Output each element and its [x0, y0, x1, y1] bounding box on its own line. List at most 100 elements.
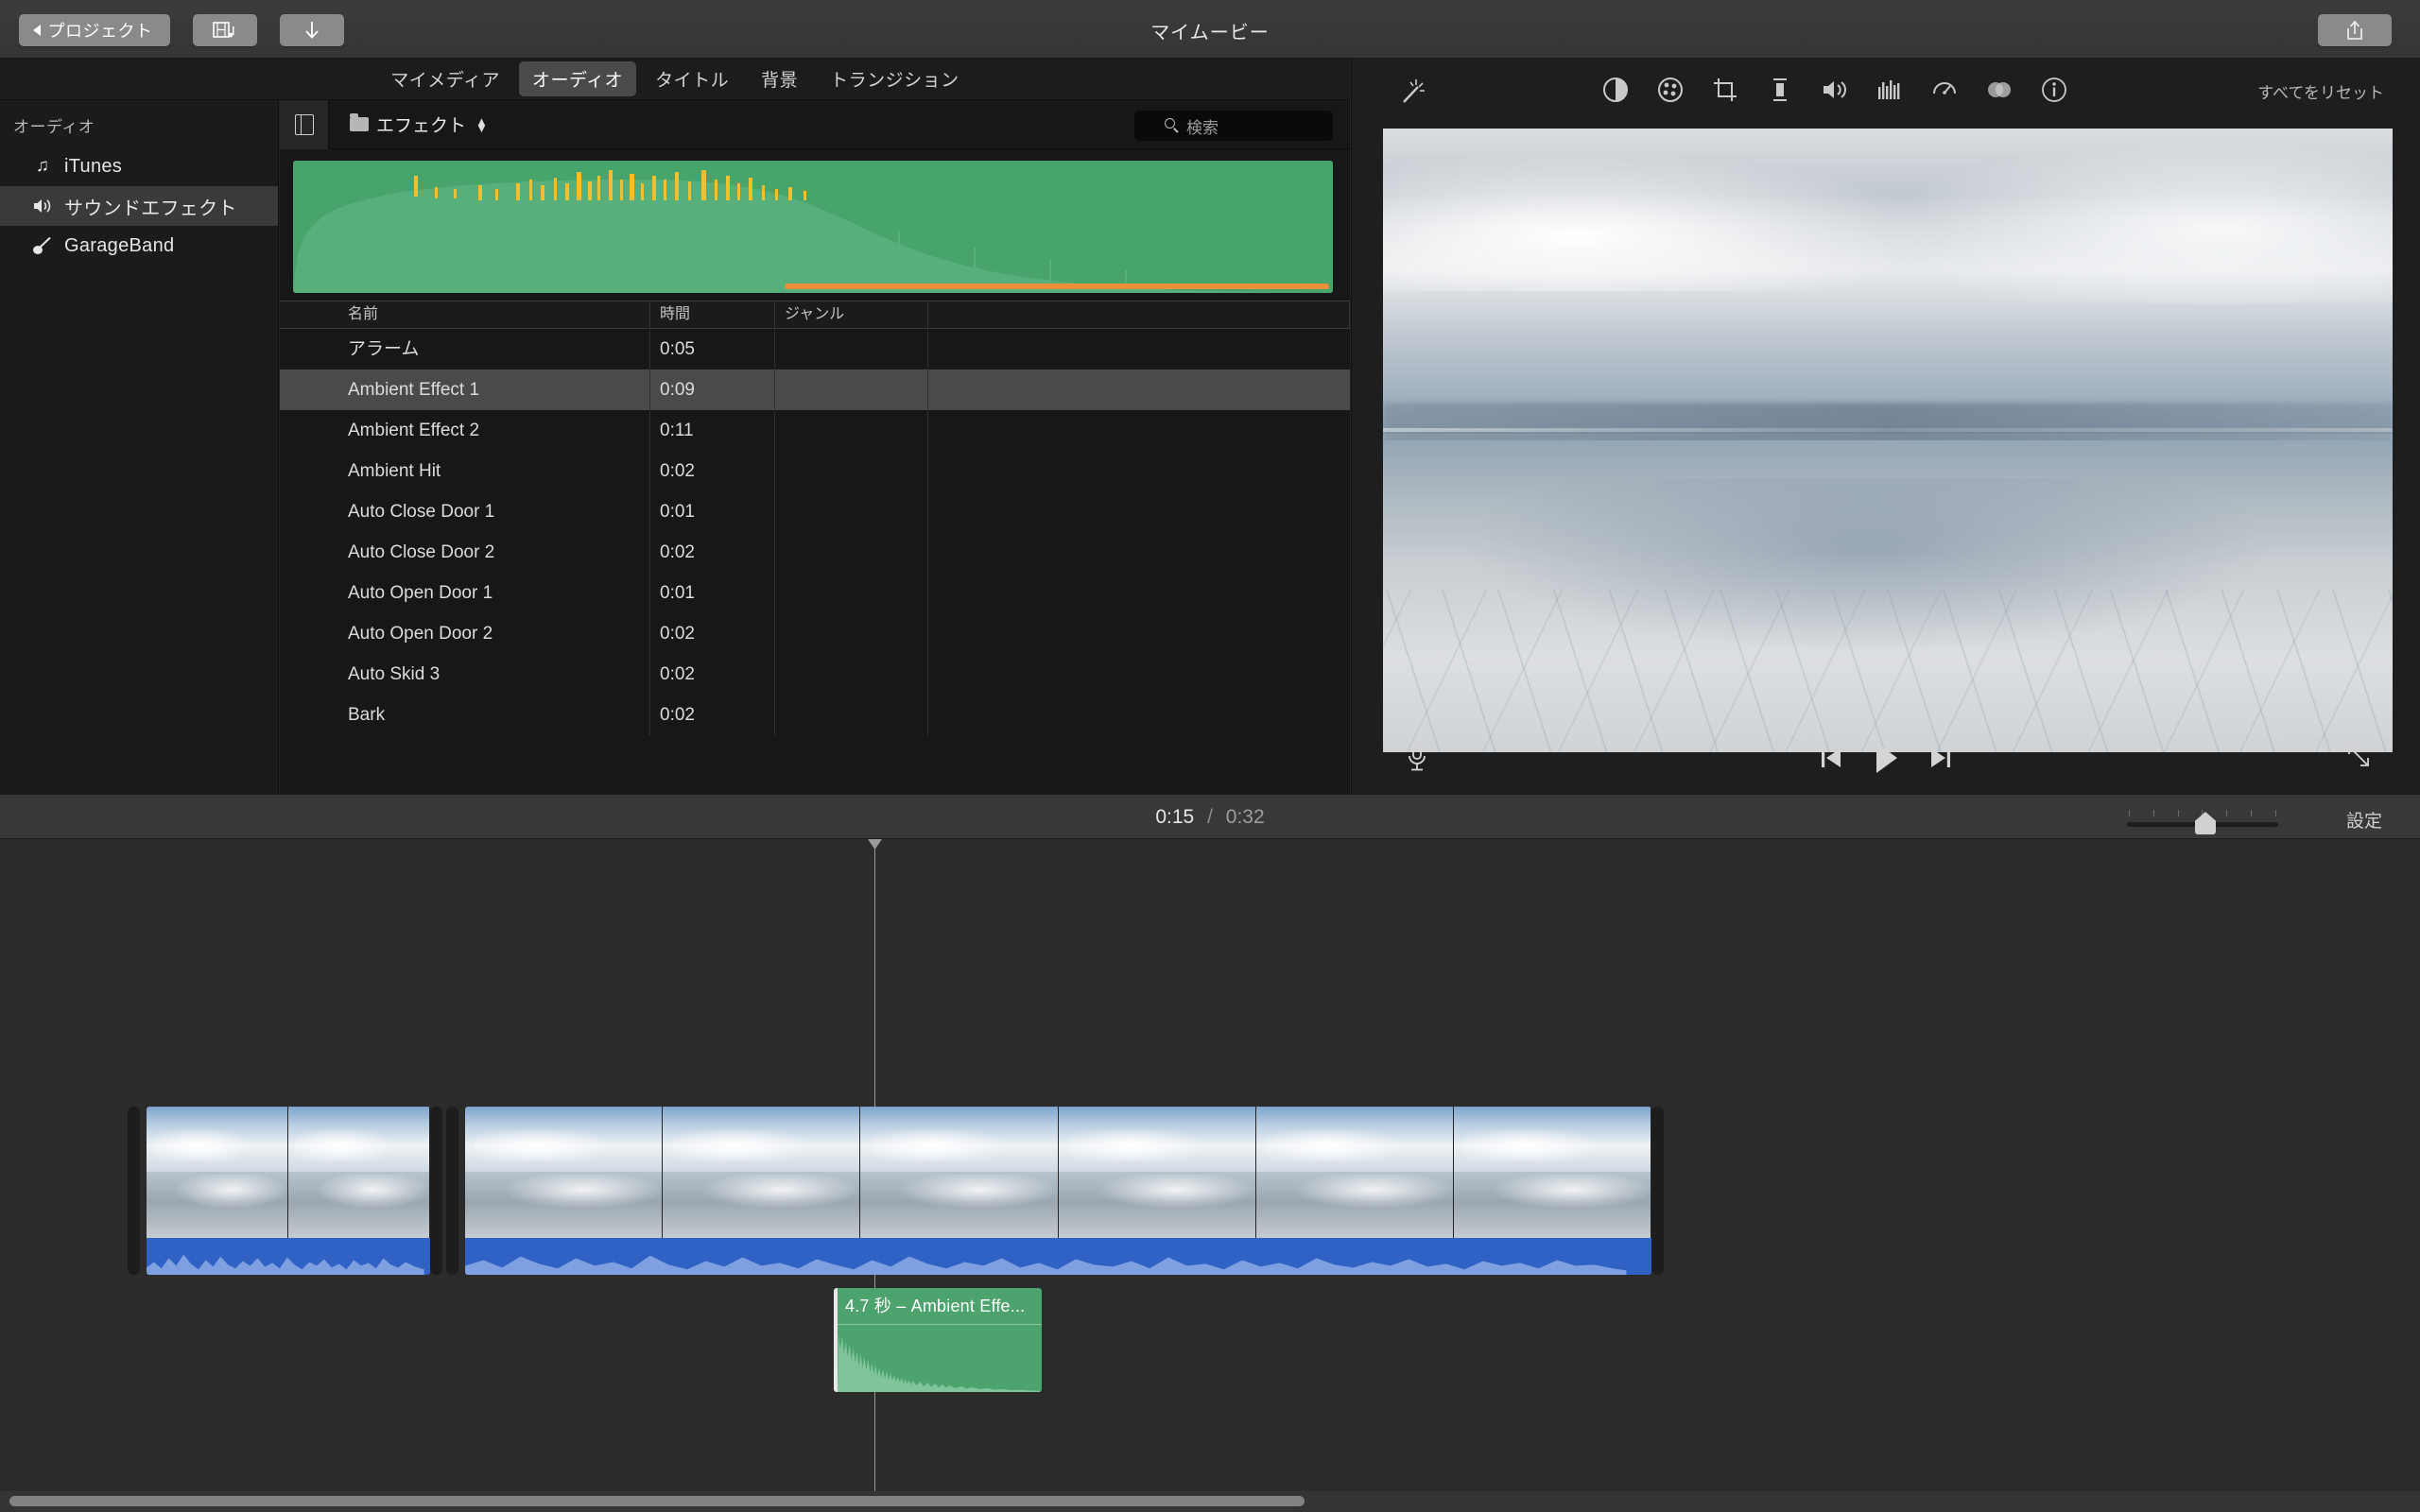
cell-extra	[928, 410, 1350, 451]
title-bar: プロジェクト マイムービー	[0, 0, 2420, 59]
library-sidebar: オーディオ ♫ iTunes サウンドエフェクト GarageBand	[0, 100, 279, 794]
cell-genre	[775, 695, 928, 735]
cell-time: 0:02	[650, 532, 775, 573]
table-row[interactable]: Ambient Effect 1 0:09	[280, 369, 1350, 410]
sidebar-item-itunes[interactable]: ♫ iTunes	[0, 146, 278, 186]
volume-icon[interactable]	[1821, 77, 1849, 102]
video-clip[interactable]	[147, 1107, 430, 1275]
cell-extra	[928, 613, 1350, 654]
cell-name: アラーム	[338, 329, 650, 369]
speed-icon[interactable]	[1930, 76, 1959, 104]
noise-reduction-icon[interactable]	[1876, 77, 1904, 102]
folder-popup-button[interactable]: エフェクト ▲ ▼	[350, 112, 488, 137]
waveform-preview[interactable]	[293, 161, 1333, 293]
table-row[interactable]: Ambient Hit 0:02	[280, 451, 1350, 491]
color-balance-icon[interactable]	[1601, 76, 1630, 104]
reset-all-button[interactable]: すべてをリセット	[2257, 79, 2384, 103]
audio-clip-label: 4.7 秒 – Ambient Effe...	[845, 1297, 1026, 1315]
table-row[interactable]: Auto Close Door 2 0:02	[280, 532, 1350, 573]
timeline-toolbar: 0:15 / 0:32 設定	[0, 794, 2420, 839]
cell-name: Ambient Effect 2	[338, 410, 650, 451]
color-correction-icon[interactable]	[1656, 76, 1685, 104]
magic-wand-button[interactable]	[1397, 76, 1429, 108]
waveform-graphic	[293, 170, 1333, 293]
table-row[interactable]: Auto Open Door 2 0:02	[280, 613, 1350, 654]
scrollbar-thumb[interactable]	[9, 1496, 1305, 1506]
table-row[interactable]: Auto Open Door 1 0:01	[280, 573, 1350, 613]
column-header-extra[interactable]	[928, 301, 1350, 329]
cell-extra	[928, 573, 1350, 613]
tab-titles[interactable]: タイトル	[642, 61, 742, 96]
skip-to-end-icon	[1931, 748, 1950, 767]
fullscreen-button[interactable]	[2345, 743, 2372, 774]
page-title: マイムービー	[1150, 23, 1270, 43]
cell-extra	[928, 695, 1350, 735]
clip-trim-handle-left[interactable]	[128, 1107, 140, 1275]
skip-to-end-button[interactable]	[1928, 745, 1953, 776]
table-row[interactable]: Auto Skid 3 0:02	[280, 654, 1350, 695]
current-time: 0:15	[1155, 806, 1195, 828]
tab-transitions[interactable]: トランジション	[817, 61, 973, 96]
clip-thumbnail	[1255, 1107, 1454, 1238]
sidebar-header: オーディオ	[13, 118, 95, 136]
column-header-time[interactable]: 時間	[650, 301, 775, 329]
effects-table: 名前 時間 ジャンル アラーム 0:05 Ambient Effect 1 0:…	[280, 301, 1350, 794]
audio-clip[interactable]: 4.7 秒 – Ambient Effe...	[834, 1288, 1042, 1392]
timeline-zoom-slider[interactable]	[2127, 806, 2278, 834]
search-input[interactable]: 検索	[1134, 111, 1333, 141]
table-row[interactable]: アラーム 0:05	[280, 329, 1350, 369]
search-icon	[1165, 118, 1175, 129]
sidebar-toggle-button[interactable]	[280, 99, 329, 149]
stabilization-icon[interactable]	[1766, 76, 1794, 104]
clip-filter-icon[interactable]	[1985, 76, 2014, 104]
waveform-range-bar[interactable]	[785, 284, 1329, 289]
video-clip[interactable]	[465, 1107, 1651, 1275]
tab-my-media[interactable]: マイメディア	[377, 61, 513, 96]
timeline-horizontal-scrollbar[interactable]	[0, 1491, 2420, 1512]
cell-name: Ambient Effect 1	[338, 369, 650, 410]
timeline[interactable]: 4.7 秒 – Ambient Effe... ♫	[0, 839, 2420, 1512]
cell-name: Auto Close Door 2	[338, 532, 650, 573]
info-icon[interactable]	[2040, 76, 2068, 104]
play-icon	[1876, 743, 1897, 773]
speaker-icon	[30, 198, 55, 215]
timecode-display: 0:15 / 0:32	[0, 806, 2420, 829]
sidebar-item-label: GarageBand	[64, 234, 175, 256]
tab-backgrounds[interactable]: 背景	[748, 61, 811, 96]
table-row[interactable]: Bark 0:02	[280, 695, 1350, 735]
cell-genre	[775, 491, 928, 532]
play-button[interactable]	[1872, 741, 1900, 780]
tab-audio[interactable]: オーディオ	[518, 61, 637, 96]
table-row[interactable]: Ambient Effect 2 0:11	[280, 410, 1350, 451]
table-row[interactable]: Auto Close Door 1 0:01	[280, 491, 1350, 532]
timeline-settings-button[interactable]: 設定	[2346, 807, 2382, 833]
crop-icon[interactable]	[1711, 76, 1739, 104]
column-header-name[interactable]: 名前	[338, 301, 650, 329]
video-preview[interactable]	[1383, 129, 2393, 752]
playback-controls	[1383, 728, 2389, 794]
media-browser: エフェクト ▲ ▼ 検索 名前 時間 ジャンル アラーム 0:05 Ambien…	[280, 99, 1350, 794]
viewer-pane: すべてをリセット	[1351, 59, 2420, 794]
clip-trim-handle-left[interactable]	[446, 1107, 458, 1275]
playhead-handle[interactable]	[868, 839, 882, 850]
share-icon	[2347, 20, 2362, 40]
sidebar-item-sound-effects[interactable]: サウンドエフェクト	[0, 186, 278, 226]
clip-thumbnail	[465, 1107, 664, 1238]
cell-extra	[928, 654, 1350, 695]
cell-time: 0:05	[650, 329, 775, 369]
clip-trim-handle-right[interactable]	[1651, 1107, 1664, 1275]
sidebar-item-garageband[interactable]: GarageBand	[0, 226, 278, 266]
clip-thumbnail	[663, 1107, 861, 1238]
clip-thumbnail	[1453, 1107, 1651, 1238]
search-placeholder-text: 検索	[1186, 118, 1219, 137]
inspector-toolbar: すべてをリセット	[1352, 59, 2420, 123]
clip-trim-handle-right[interactable]	[430, 1107, 442, 1275]
cell-extra	[928, 369, 1350, 410]
table-header-row: 名前 時間 ジャンル	[280, 301, 1350, 329]
cell-name: Auto Skid 3	[338, 654, 650, 695]
column-header-genre[interactable]: ジャンル	[775, 301, 928, 329]
skip-to-start-button[interactable]	[1819, 745, 1843, 776]
share-button[interactable]	[2318, 14, 2392, 46]
cell-name: Auto Close Door 1	[338, 491, 650, 532]
up-down-chevron-icon: ▲ ▼	[475, 113, 488, 135]
